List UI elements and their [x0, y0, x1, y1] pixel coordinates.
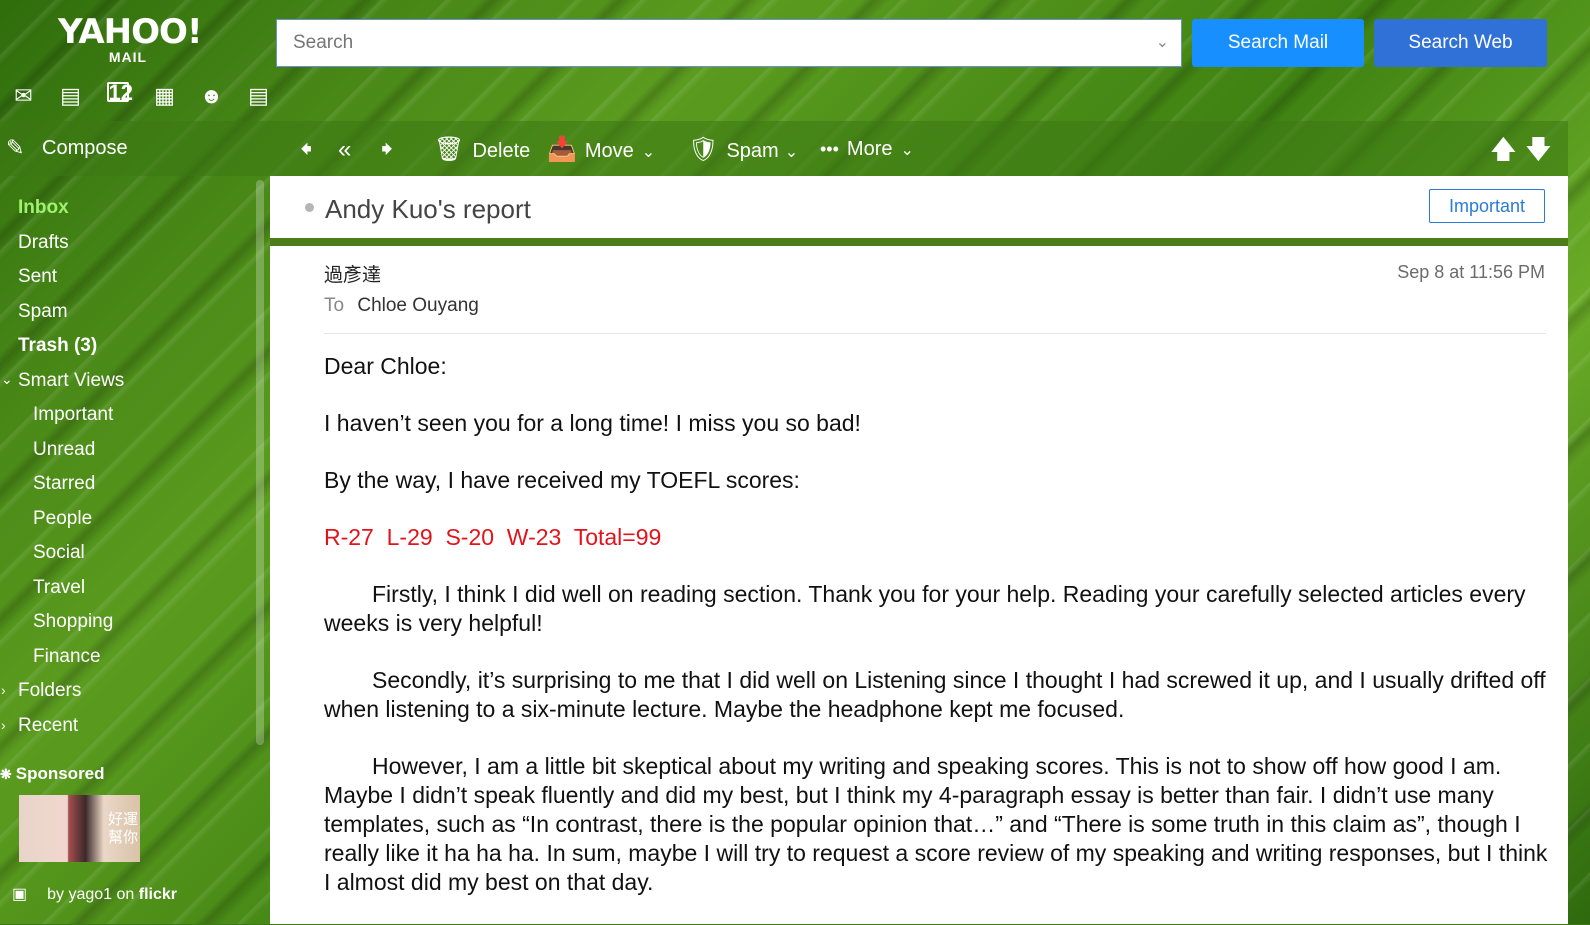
mail-icon[interactable]: ✉ [0, 82, 47, 110]
body-greeting: Dear Chloe: [324, 353, 447, 379]
body-paragraph: However, I am a little bit skeptical abo… [324, 753, 1548, 895]
spam-button[interactable]: 🛡 Spam ⌄ [688, 121, 798, 176]
divider [270, 238, 1568, 246]
message-date: Sep 8 at 11:56 PM [1397, 262, 1545, 282]
shield-icon: 🛡 [688, 136, 719, 163]
sidebar-item-social[interactable]: Social [33, 542, 85, 564]
chevron-down-icon[interactable]: ⌄ [1156, 32, 1169, 52]
reply-all-button[interactable]: « [338, 121, 359, 176]
contacts-icon[interactable]: ▤ [47, 82, 94, 110]
sidebar-item-unread[interactable]: Unread [33, 439, 95, 461]
compose-label: Compose [42, 137, 128, 159]
sidebar-item-spam[interactable]: Spam [18, 301, 68, 323]
sidebar-item-smart-views[interactable]: Smart Views [18, 370, 124, 392]
notepad-icon[interactable]: ▦ [141, 82, 188, 110]
arrow-down-icon: 🡇 [1525, 134, 1552, 164]
move-label: Move [584, 140, 634, 162]
search-box: ⌄ [276, 19, 1182, 67]
recipient-row: To Chloe Ouyang [324, 295, 479, 317]
next-message-button[interactable]: 🡇 [1525, 121, 1552, 176]
sidebar-item-starred[interactable]: Starred [33, 473, 95, 495]
chevron-down-icon: ⌄ [641, 144, 656, 161]
delete-button[interactable]: 🗑 Delete [434, 121, 530, 176]
sponsored-label: ❋ Sponsored [0, 764, 105, 784]
image-icon: ▣ [12, 886, 28, 903]
folder-move-icon: 📥 [547, 136, 577, 163]
chevron-down-icon: ⌄ [900, 142, 914, 159]
to-label: To [324, 295, 345, 316]
app-switcher: ✉ ▤ 12 ▦ ☻ ▤ [0, 82, 282, 112]
messenger-icon[interactable]: ☻ [188, 82, 235, 110]
sidebar-item-trash[interactable]: Trash (3) [18, 335, 97, 357]
sidebar-item-sent[interactable]: Sent [18, 266, 57, 288]
trash-icon: 🗑 [434, 136, 465, 163]
yahoo-mail-logo[interactable]: YAHOO! MAIL [58, 12, 202, 65]
search-web-button[interactable]: Search Web [1374, 19, 1547, 67]
toefl-scores: R-27 L-29 S-20 W-23 Total=99 [324, 524, 662, 550]
read-status-dot[interactable] [305, 203, 314, 212]
previous-message-button[interactable]: 🡅 [1490, 121, 1517, 176]
ad-text: 好運 幫你 [107, 811, 138, 846]
chevron-down-icon: ⌄ [784, 144, 799, 161]
sidebar-item-finance[interactable]: Finance [33, 646, 101, 668]
sidebar-item-inbox[interactable]: Inbox [18, 197, 69, 219]
logo-subtext: MAIL [108, 49, 148, 65]
credit-text: by yago1 on [47, 886, 135, 903]
message-pane: Andy Kuo's report Important 過彥達 Sep 8 at… [270, 176, 1568, 924]
spam-label: Spam [726, 140, 779, 162]
sidebar-item-drafts[interactable]: Drafts [18, 232, 69, 254]
sidebar-item-important[interactable]: Important [33, 404, 113, 426]
more-button[interactable]: ••• More ⌄ [820, 121, 914, 176]
calendar-day: 12 [106, 80, 133, 105]
flickr-link[interactable]: flickr [139, 886, 177, 903]
photo-credit[interactable]: ▣ by yago1 on flickr [12, 884, 177, 904]
chevron-down-icon[interactable]: ⌄ [1, 371, 13, 388]
move-button[interactable]: 📥 Move ⌄ [547, 121, 655, 176]
calendar-icon[interactable]: 12 [94, 82, 141, 110]
logo-text: YAHOO! [58, 12, 202, 52]
sidebar-item-travel[interactable]: Travel [33, 577, 85, 599]
ellipsis-icon: ••• [820, 139, 839, 159]
arrow-up-icon: 🡅 [1490, 134, 1517, 164]
recipient-name[interactable]: Chloe Ouyang [357, 295, 478, 316]
ad-info-icon: ❋ [0, 766, 12, 782]
body-line: I haven’t seen you for a long time! I mi… [324, 410, 861, 436]
sender-name[interactable]: 過彥達 [324, 260, 381, 287]
search-input[interactable] [291, 20, 1135, 66]
newsfeed-icon[interactable]: ▤ [235, 82, 282, 110]
sidebar-item-people[interactable]: People [33, 508, 92, 530]
compose-button[interactable]: ✎ Compose [0, 121, 270, 176]
chevron-right-icon[interactable]: › [1, 682, 6, 698]
delete-label: Delete [472, 140, 531, 162]
reply-all-icon: « [338, 136, 352, 163]
body-paragraph: Firstly, I think I did well on reading s… [324, 581, 1526, 636]
sidebar-scrollbar[interactable] [256, 180, 264, 745]
sponsored-ad-image[interactable]: 好運 幫你 [19, 795, 140, 862]
reply-button[interactable]: 🠸 [300, 121, 320, 176]
forward-button[interactable]: 🠺 [381, 121, 401, 176]
sidebar-item-recent[interactable]: Recent [18, 715, 78, 737]
chevron-right-icon[interactable]: › [1, 717, 6, 733]
header-separator [324, 333, 1546, 334]
message-body: Dear Chloe: I haven’t seen you for a lon… [324, 352, 1549, 925]
important-button[interactable]: Important [1429, 189, 1545, 223]
forward-icon: 🠺 [381, 136, 394, 163]
pencil-icon: ✎ [6, 135, 25, 160]
more-label: More [846, 138, 893, 160]
body-paragraph: Secondly, it’s surprising to me that I d… [324, 667, 1546, 722]
sidebar-item-folders[interactable]: Folders [18, 680, 81, 702]
search-mail-button[interactable]: Search Mail [1192, 19, 1364, 67]
sidebar-item-shopping[interactable]: Shopping [33, 611, 113, 633]
subject-bar: Andy Kuo's report Important [270, 176, 1568, 238]
message-subject: Andy Kuo's report [325, 194, 531, 224]
body-line: By the way, I have received my TOEFL sco… [324, 467, 800, 493]
reply-icon: 🠸 [300, 136, 313, 163]
sponsored-text: Sponsored [15, 764, 105, 783]
